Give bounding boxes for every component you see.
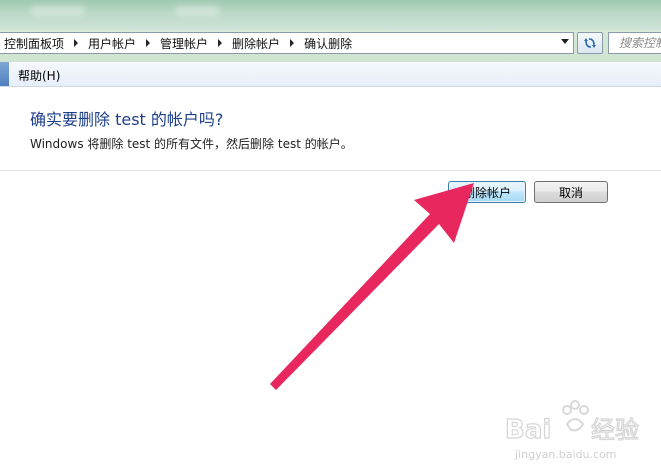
baidu-watermark-logo: Bai 经验 jingyan.baidu.com <box>505 400 640 461</box>
svg-text:jingyan.baidu.com: jingyan.baidu.com <box>514 448 617 461</box>
svg-text:Bai: Bai <box>505 415 551 445</box>
svg-text:经验: 经验 <box>591 416 639 444</box>
